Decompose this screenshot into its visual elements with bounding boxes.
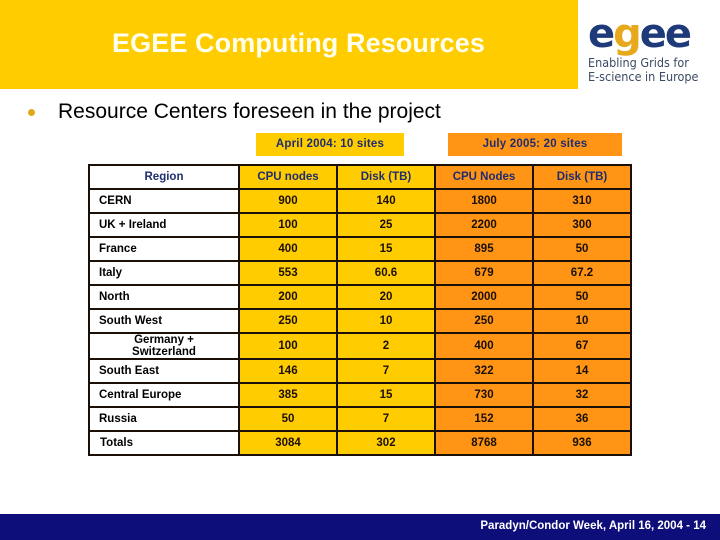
- bullet-text: Resource Centers foreseen in the project: [58, 100, 441, 123]
- cell-april-cpu-nodes: 553: [240, 262, 336, 284]
- period-badge-april-2004: April 2004: 10 sites: [256, 133, 404, 156]
- cell-july-disk-tb: 36: [534, 408, 630, 430]
- cell-april-disk-tb: 15: [338, 384, 434, 406]
- cell-region: Russia: [90, 408, 238, 430]
- cell-july-disk-tb: 50: [534, 238, 630, 260]
- period-badge-july-2005: July 2005: 20 sites: [448, 133, 622, 156]
- column-header-july-cpu-nodes: CPU Nodes: [436, 166, 532, 188]
- cell-july-disk-tb: 310: [534, 190, 630, 212]
- egee-logo-tagline: Enabling Grids for E-science in Europe: [588, 54, 716, 84]
- cell-july-disk-tb: 32: [534, 384, 630, 406]
- egee-tagline-line-1: Enabling Grids for: [588, 54, 689, 70]
- table-body: CERN 900 140 1800 310 UK + Ireland 100 25 2200 30…: [90, 190, 630, 454]
- cell-july-cpu-nodes: 400: [436, 334, 532, 358]
- page-title: EGEE Computing Resources: [112, 28, 485, 58]
- table-row: UK + Ireland 100 25 2200 300: [90, 214, 630, 236]
- logo-letter-e1: e: [588, 11, 615, 57]
- cell-totals-april-disk-tb: 302: [338, 432, 434, 454]
- cell-april-disk-tb: 7: [338, 408, 434, 430]
- cell-totals-april-cpu-nodes: 3084: [240, 432, 336, 454]
- egee-tagline-line-2: E-science in Europe: [588, 68, 699, 84]
- column-header-april-disk-tb: Disk (TB): [338, 166, 434, 188]
- cell-region: Germany + Switzerland: [90, 334, 238, 358]
- cell-totals-label: Totals: [90, 432, 238, 454]
- footer-bar: Paradyn/Condor Week, April 16, 2004 - 14: [0, 514, 720, 540]
- cell-april-disk-tb: 140: [338, 190, 434, 212]
- logo-letter-g: g: [613, 11, 642, 57]
- cell-region: Italy: [90, 262, 238, 284]
- cell-july-cpu-nodes: 250: [436, 310, 532, 332]
- cell-april-disk-tb: 7: [338, 360, 434, 382]
- table-row: South West 250 10 250 10: [90, 310, 630, 332]
- column-header-region: Region: [90, 166, 238, 188]
- cell-july-disk-tb: 14: [534, 360, 630, 382]
- column-header-april-cpu-nodes: CPU nodes: [240, 166, 336, 188]
- cell-april-cpu-nodes: 200: [240, 286, 336, 308]
- cell-july-cpu-nodes: 1800: [436, 190, 532, 212]
- table-row: South East 146 7 322 14: [90, 360, 630, 382]
- cell-july-cpu-nodes: 679: [436, 262, 532, 284]
- footer-text: Paradyn/Condor Week, April 16, 2004 - 14: [480, 520, 706, 532]
- table-row: Russia 50 7 152 36: [90, 408, 630, 430]
- cell-july-cpu-nodes: 2000: [436, 286, 532, 308]
- cell-july-cpu-nodes: 322: [436, 360, 532, 382]
- cell-april-cpu-nodes: 100: [240, 214, 336, 236]
- cell-july-cpu-nodes: 895: [436, 238, 532, 260]
- cell-july-disk-tb: 50: [534, 286, 630, 308]
- table-row: Italy 553 60.6 679 67.2: [90, 262, 630, 284]
- cell-july-cpu-nodes: 730: [436, 384, 532, 406]
- table-row: CERN 900 140 1800 310: [90, 190, 630, 212]
- resources-table: Region CPU nodes Disk (TB) CPU Nodes Dis…: [88, 164, 632, 456]
- cell-july-disk-tb: 300: [534, 214, 630, 236]
- cell-totals-july-cpu-nodes: 8768: [436, 432, 532, 454]
- column-header-july-disk-tb: Disk (TB): [534, 166, 630, 188]
- cell-july-disk-tb: 67: [534, 334, 630, 358]
- cell-region: France: [90, 238, 238, 260]
- logo-letter-ee: ee: [639, 11, 692, 57]
- cell-region: North: [90, 286, 238, 308]
- cell-april-disk-tb: 25: [338, 214, 434, 236]
- cell-april-cpu-nodes: 400: [240, 238, 336, 260]
- table-header-row: Region CPU nodes Disk (TB) CPU Nodes Dis…: [90, 166, 630, 188]
- cell-july-cpu-nodes: 2200: [436, 214, 532, 236]
- cell-region: South East: [90, 360, 238, 382]
- egee-logo: egee Enabling Grids for E-science in Eur…: [588, 14, 716, 84]
- cell-april-cpu-nodes: 50: [240, 408, 336, 430]
- cell-region: UK + Ireland: [90, 214, 238, 236]
- cell-april-cpu-nodes: 146: [240, 360, 336, 382]
- table-row-totals: Totals 3084 302 8768 936: [90, 432, 630, 454]
- cell-april-cpu-nodes: 385: [240, 384, 336, 406]
- table-row: Germany + Switzerland 100 2 400 67: [90, 334, 630, 358]
- cell-april-cpu-nodes: 100: [240, 334, 336, 358]
- cell-july-disk-tb: 10: [534, 310, 630, 332]
- cell-april-disk-tb: 10: [338, 310, 434, 332]
- table-row: North 200 20 2000 50: [90, 286, 630, 308]
- bullet-dot-icon: [28, 108, 35, 116]
- cell-totals-july-disk-tb: 936: [534, 432, 630, 454]
- cell-region: CERN: [90, 190, 238, 212]
- table-row: Central Europe 385 15 730 32: [90, 384, 630, 406]
- cell-april-disk-tb: 2: [338, 334, 434, 358]
- cell-july-disk-tb: 67.2: [534, 262, 630, 284]
- cell-april-cpu-nodes: 900: [240, 190, 336, 212]
- egee-logo-wordmark: egee: [588, 14, 716, 54]
- cell-region: South West: [90, 310, 238, 332]
- cell-april-cpu-nodes: 250: [240, 310, 336, 332]
- cell-april-disk-tb: 60.6: [338, 262, 434, 284]
- cell-july-cpu-nodes: 152: [436, 408, 532, 430]
- table-row: France 400 15 895 50: [90, 238, 630, 260]
- cell-april-disk-tb: 20: [338, 286, 434, 308]
- cell-april-disk-tb: 15: [338, 238, 434, 260]
- cell-region: Central Europe: [90, 384, 238, 406]
- bullet-line: Resource Centers foreseen in the project: [28, 100, 441, 124]
